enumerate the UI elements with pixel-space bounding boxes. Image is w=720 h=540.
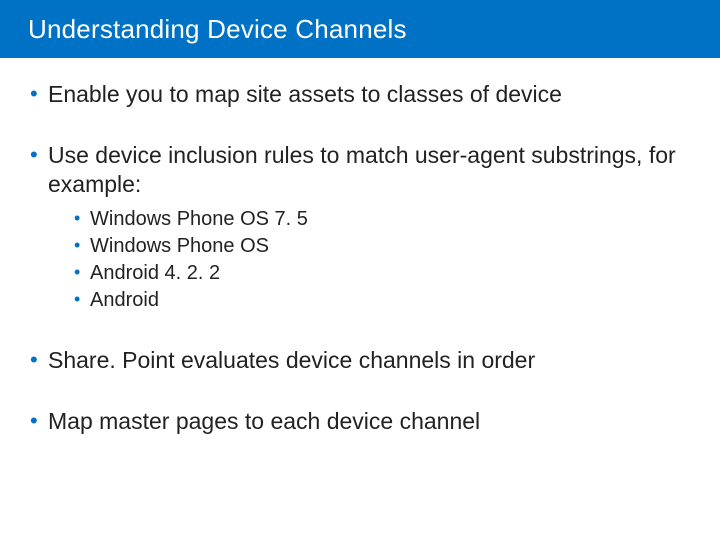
bullet-text: Map master pages to each device channel (48, 408, 480, 434)
list-item: Enable you to map site assets to classes… (30, 80, 690, 109)
title-bar: Understanding Device Channels (0, 0, 720, 58)
bullet-text: Windows Phone OS (90, 235, 269, 257)
sub-bullet-list: Windows Phone OS 7. 5 Windows Phone OS A… (48, 206, 690, 314)
bullet-text: Use device inclusion rules to match user… (48, 142, 676, 197)
list-item: Windows Phone OS 7. 5 (74, 206, 690, 233)
bullet-list: Enable you to map site assets to classes… (30, 80, 690, 436)
list-item: Share. Point evaluates device channels i… (30, 346, 690, 375)
list-item: Android 4. 2. 2 (74, 260, 690, 287)
slide-title: Understanding Device Channels (28, 14, 407, 45)
slide-body: Enable you to map site assets to classes… (0, 58, 720, 436)
list-item: Use device inclusion rules to match user… (30, 141, 690, 315)
bullet-text: Windows Phone OS 7. 5 (90, 208, 308, 230)
bullet-text: Share. Point evaluates device channels i… (48, 347, 535, 373)
bullet-text: Android (90, 289, 159, 311)
slide: Understanding Device Channels Enable you… (0, 0, 720, 540)
bullet-text: Android 4. 2. 2 (90, 262, 220, 284)
list-item: Windows Phone OS (74, 233, 690, 260)
bullet-text: Enable you to map site assets to classes… (48, 81, 562, 107)
list-item: Map master pages to each device channel (30, 407, 690, 436)
list-item: Android (74, 287, 690, 314)
